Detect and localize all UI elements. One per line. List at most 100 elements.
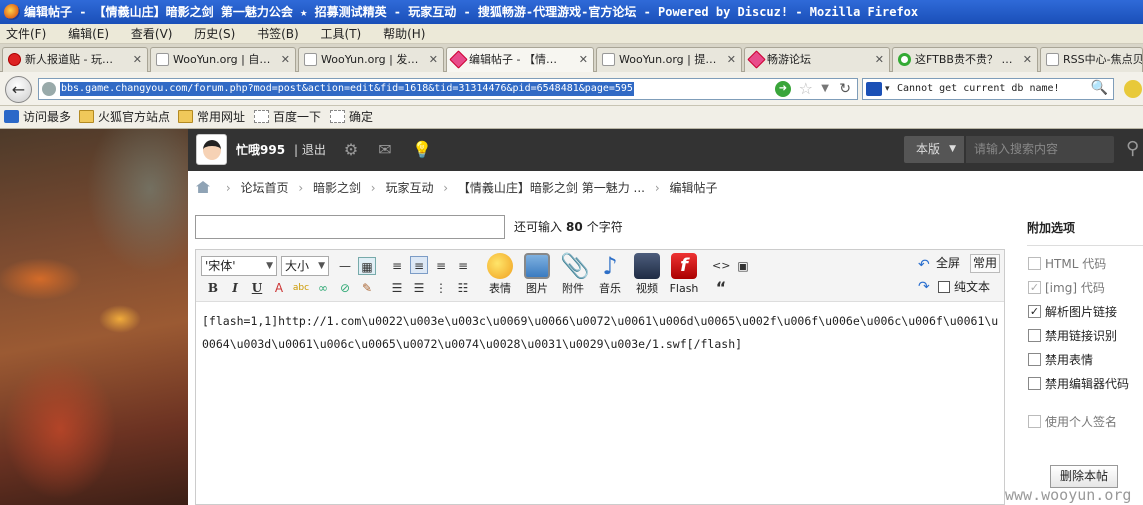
redo-icon[interactable]: ↷ <box>918 279 930 295</box>
fullscreen-button[interactable]: 全屏 <box>936 254 960 272</box>
plain-text-checkbox[interactable] <box>938 281 950 293</box>
clear-format-icon[interactable]: ✎ <box>358 279 376 297</box>
option-parse-image-links[interactable]: ✓ 解析图片链接 <box>1027 304 1143 328</box>
mail-icon[interactable]: ✉ <box>376 141 394 159</box>
menu-tools[interactable]: 工具(T) <box>321 27 362 41</box>
unordered-list-icon[interactable]: ☷ <box>454 279 472 297</box>
search-input[interactable]: Cannot get current db name! <box>897 82 1060 96</box>
home-icon[interactable] <box>196 181 210 193</box>
underline-button[interactable]: U <box>248 279 266 297</box>
tab-8[interactable]: RSS中心-焦点贝 <box>1040 47 1143 72</box>
option-checkbox[interactable]: ✓ <box>1028 305 1041 318</box>
option-disable-link-detect[interactable]: 禁用链接识别 <box>1027 328 1143 352</box>
search-engine-icon[interactable] <box>866 82 882 96</box>
bookmark-most-visited[interactable]: 访问最多 <box>4 106 71 129</box>
common-button[interactable]: 常用 <box>970 254 1000 273</box>
attach-button[interactable]: 📎 附件 <box>553 253 593 296</box>
font-family-select[interactable]: '宋体' ▼ <box>201 256 277 276</box>
search-icon[interactable]: ⚲ <box>1126 138 1139 160</box>
video-button[interactable]: 视频 <box>627 253 667 296</box>
menu-view[interactable]: 查看(V) <box>131 27 173 41</box>
forum-search-input[interactable]: 请输入搜索内容 <box>966 136 1114 163</box>
free-block-icon[interactable]: ▣ <box>734 257 752 275</box>
flash-button[interactable]: f Flash <box>664 253 704 296</box>
option-use-signature[interactable]: 使用个人签名 <box>1027 414 1143 438</box>
breadcrumb-thread[interactable]: 【情義山庄】暗影之剑 第一魅力 ... <box>458 181 645 195</box>
menu-help[interactable]: 帮助(H) <box>383 27 425 41</box>
breadcrumb-board[interactable]: 玩家互动 <box>385 181 433 195</box>
bookmark-confirm[interactable]: 确定 <box>330 106 373 129</box>
quote-button[interactable]: “ <box>712 279 730 297</box>
music-button[interactable]: ♪ 音乐 <box>590 253 630 296</box>
delete-post-button[interactable]: 删除本帖 <box>1050 465 1118 488</box>
bold-button[interactable]: B <box>204 279 222 297</box>
ordered-list-icon[interactable]: ⋮ <box>432 279 450 297</box>
go-button[interactable]: ➜ <box>775 81 791 97</box>
addon-icon[interactable] <box>1124 80 1142 98</box>
subject-input[interactable] <box>195 215 505 239</box>
menu-bookmarks[interactable]: 书签(B) <box>257 27 299 41</box>
logout-link[interactable]: | 退出 <box>294 129 326 171</box>
spellcheck-icon[interactable]: abc <box>292 279 310 297</box>
align-right-icon[interactable]: ≡ <box>454 257 472 275</box>
breadcrumb-forum-home[interactable]: 论坛首页 <box>240 181 288 195</box>
search-scope-dropdown[interactable]: 本版 ▼ <box>904 136 964 163</box>
search-engine-dropdown-icon[interactable]: ▾ <box>885 79 890 99</box>
table-icon[interactable]: ▦ <box>358 257 376 275</box>
tab-6[interactable]: 畅游论坛 ✕ <box>744 47 890 72</box>
bookmark-star-icon[interactable]: ☆ <box>799 79 813 99</box>
code-button[interactable]: <> <box>712 257 730 275</box>
menu-file[interactable]: 文件(F) <box>6 27 46 41</box>
username-link[interactable]: 忙哦995 <box>236 129 285 171</box>
tab-2[interactable]: WooYun.org | 自… ✕ <box>150 47 296 72</box>
tab-close-icon[interactable]: ✕ <box>133 48 142 71</box>
tab-close-icon[interactable]: ✕ <box>579 48 588 71</box>
tab-1[interactable]: 新人报道贴 - 玩… ✕ <box>2 47 148 72</box>
option-disable-smilies[interactable]: 禁用表情 <box>1027 352 1143 376</box>
option-checkbox[interactable] <box>1028 377 1041 390</box>
tab-close-icon[interactable]: ✕ <box>1023 48 1032 71</box>
tab-4-active[interactable]: 编辑帖子 - 【情… ✕ <box>446 47 594 72</box>
menu-history[interactable]: 历史(S) <box>194 27 235 41</box>
bookmark-firefox-official[interactable]: 火狐官方站点 <box>79 106 170 129</box>
bulb-icon[interactable]: 💡 <box>412 141 432 159</box>
avatar[interactable] <box>196 134 227 165</box>
tab-7[interactable]: 这FTBB贵不贵？ … ✕ <box>892 47 1038 72</box>
tab-close-icon[interactable]: ✕ <box>875 48 884 71</box>
option-checkbox[interactable] <box>1028 353 1041 366</box>
bookmark-baidu[interactable]: 百度一下 <box>254 106 321 129</box>
italic-button[interactable]: I <box>226 279 244 297</box>
tab-close-icon[interactable]: ✕ <box>429 48 438 71</box>
breadcrumb-game[interactable]: 暗影之剑 <box>313 181 361 195</box>
float-right-icon[interactable]: ☰ <box>410 279 428 297</box>
horizontal-rule-icon[interactable]: — <box>336 257 354 275</box>
option-checkbox[interactable] <box>1028 257 1041 270</box>
menu-edit[interactable]: 编辑(E) <box>68 27 109 41</box>
tab-5[interactable]: WooYun.org | 提… ✕ <box>596 47 742 72</box>
option-checkbox[interactable] <box>1028 329 1041 342</box>
align-center-icon[interactable]: ≡ <box>432 257 450 275</box>
tab-3[interactable]: WooYun.org | 发… ✕ <box>298 47 444 72</box>
back-button[interactable]: ← <box>5 76 32 103</box>
magnifier-icon[interactable]: 🔍 <box>1091 80 1108 96</box>
unlink-icon[interactable]: ⊘ <box>336 279 354 297</box>
option-html-code[interactable]: HTML 代码 <box>1027 256 1143 280</box>
float-left-icon[interactable]: ☰ <box>388 279 406 297</box>
link-icon[interactable]: ∞ <box>314 279 332 297</box>
bookmark-common-sites[interactable]: 常用网址 <box>178 106 245 129</box>
gear-icon[interactable]: ⚙ <box>342 141 360 159</box>
option-checkbox[interactable]: ✓ <box>1028 281 1041 294</box>
font-color-icon[interactable]: A <box>270 279 288 297</box>
url-text[interactable]: bbs.game.changyou.com/forum.php?mod=post… <box>60 82 634 96</box>
smiley-button[interactable]: 表情 <box>480 253 520 296</box>
url-bar[interactable]: bbs.game.changyou.com/forum.php?mod=post… <box>38 78 858 100</box>
undo-icon[interactable]: ↶ <box>918 257 930 273</box>
option-img-code[interactable]: ✓ [img] 代码 <box>1027 280 1143 304</box>
font-size-select[interactable]: 大小 ▼ <box>281 256 329 276</box>
editor-content[interactable]: [flash=1,1]http://1.com\u0022\u003e\u003… <box>202 310 1000 356</box>
reload-icon[interactable]: ↻ <box>839 79 851 99</box>
history-dropdown-icon[interactable]: ▼ <box>821 79 829 99</box>
tab-close-icon[interactable]: ✕ <box>727 48 736 71</box>
option-disable-editor-code[interactable]: 禁用编辑器代码 <box>1027 376 1143 400</box>
tab-close-icon[interactable]: ✕ <box>281 48 290 71</box>
